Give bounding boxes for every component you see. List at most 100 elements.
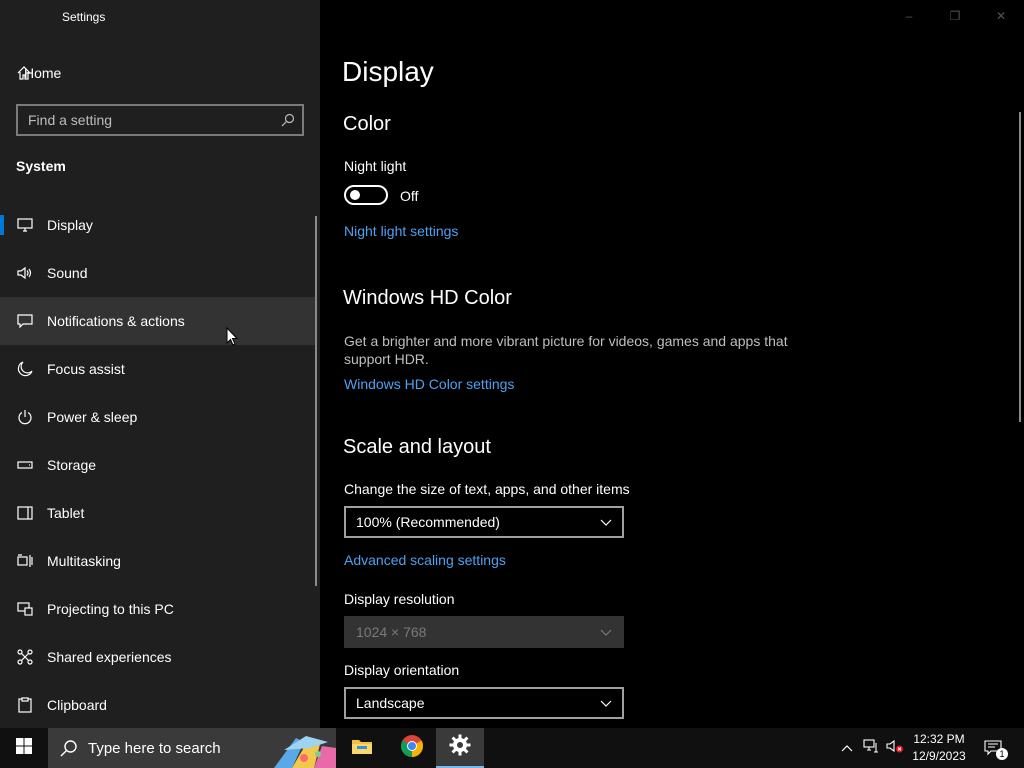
sidebar-item-label: Tablet bbox=[47, 505, 85, 521]
sidebar-item-label: Sound bbox=[47, 265, 88, 281]
file-explorer-icon bbox=[351, 737, 373, 760]
volume-muted-icon bbox=[886, 739, 904, 758]
maximize-button[interactable]: ❐ bbox=[932, 0, 978, 32]
window-title: Settings bbox=[62, 10, 106, 24]
notification-count-badge: 1 bbox=[996, 748, 1008, 760]
page-title: Display bbox=[342, 56, 434, 87]
orientation-dropdown[interactable]: Landscape bbox=[344, 687, 624, 719]
clock-time: 12:32 PM bbox=[913, 732, 965, 746]
taskbar-search-box[interactable]: Type here to search bbox=[48, 728, 336, 768]
chevron-up-icon bbox=[841, 739, 853, 757]
tray-overflow-button[interactable] bbox=[836, 728, 858, 768]
scale-size-dropdown[interactable]: 100% (Recommended) bbox=[344, 506, 624, 538]
sidebar-item-display[interactable]: Display bbox=[0, 201, 316, 249]
settings-window: Settings Home System Display Sound bbox=[0, 0, 1024, 728]
find-setting-input[interactable] bbox=[18, 106, 274, 134]
resolution-label: Display resolution bbox=[344, 591, 455, 607]
sidebar-item-notifications[interactable]: Notifications & actions bbox=[0, 297, 316, 345]
main-scrollbar[interactable] bbox=[1019, 112, 1021, 422]
sidebar-item-shared-experiences[interactable]: Shared experiences bbox=[0, 633, 316, 681]
windows-logo-icon bbox=[16, 737, 32, 759]
sidebar-item-label: Multitasking bbox=[47, 553, 121, 569]
color-heading: Color bbox=[343, 113, 391, 135]
sidebar-item-label: Power & sleep bbox=[47, 409, 138, 425]
orientation-value: Landscape bbox=[356, 695, 425, 711]
resolution-value: 1024 × 768 bbox=[356, 624, 427, 640]
clipboard-icon bbox=[16, 697, 34, 713]
storage-icon bbox=[16, 460, 34, 470]
taskbar-chrome[interactable] bbox=[388, 728, 436, 768]
sidebar-item-label: Focus assist bbox=[47, 361, 125, 377]
settings-icon bbox=[449, 734, 471, 761]
shared-icon bbox=[16, 649, 34, 665]
sidebar-item-label: Display bbox=[47, 217, 93, 233]
network-icon bbox=[863, 738, 879, 758]
notification-icon: 1 bbox=[984, 740, 1008, 760]
sidebar-item-clipboard[interactable]: Clipboard bbox=[0, 681, 316, 729]
sidebar-item-power-sleep[interactable]: Power & sleep bbox=[0, 393, 316, 441]
sidebar-item-label: Storage bbox=[47, 457, 97, 473]
chrome-icon bbox=[400, 734, 424, 763]
sidebar-item-multitasking[interactable]: Multitasking bbox=[0, 537, 316, 585]
taskbar-search-text: Type here to search bbox=[88, 739, 221, 757]
taskbar-clock[interactable]: 12:32 PM 12/9/2023 bbox=[908, 731, 970, 765]
find-setting-search[interactable] bbox=[16, 104, 304, 136]
start-button[interactable] bbox=[0, 728, 48, 768]
sidebar-item-label: Clipboard bbox=[47, 697, 107, 713]
message-icon bbox=[16, 314, 34, 328]
main-content: – ❐ ✕ Display Color Night light Off Nigh… bbox=[320, 0, 1024, 728]
sidebar-home[interactable]: Home bbox=[0, 58, 320, 88]
search-icon bbox=[60, 739, 78, 757]
moon-icon bbox=[16, 361, 34, 377]
mouse-cursor-icon bbox=[226, 326, 239, 351]
minimize-button[interactable]: – bbox=[886, 0, 932, 32]
chevron-down-icon bbox=[600, 624, 612, 640]
scale-size-value: 100% (Recommended) bbox=[356, 514, 500, 530]
sidebar: Settings Home System Display Sound bbox=[0, 0, 320, 728]
projecting-icon bbox=[16, 602, 34, 616]
sidebar-item-storage[interactable]: Storage bbox=[0, 441, 316, 489]
chevron-down-icon bbox=[600, 514, 612, 530]
hd-color-description: Get a brighter and more vibrant picture … bbox=[344, 333, 788, 367]
sidebar-item-label: Projecting to this PC bbox=[47, 601, 174, 617]
home-label: Home bbox=[24, 65, 62, 81]
sidebar-item-sound[interactable]: Sound bbox=[0, 249, 316, 297]
sidebar-item-tablet[interactable]: Tablet bbox=[0, 489, 316, 537]
clock-date: 12/9/2023 bbox=[912, 749, 966, 763]
night-light-state: Off bbox=[400, 188, 419, 204]
sidebar-scrollbar[interactable] bbox=[315, 216, 317, 586]
sidebar-item-label: Notifications & actions bbox=[47, 313, 185, 329]
hd-color-settings-link[interactable]: Windows HD Color settings bbox=[344, 376, 514, 392]
tablet-icon bbox=[16, 506, 34, 520]
sidebar-item-projecting[interactable]: Projecting to this PC bbox=[0, 585, 316, 633]
tray-volume-muted[interactable] bbox=[884, 728, 906, 768]
scale-layout-heading: Scale and layout bbox=[343, 436, 491, 458]
window-controls: – ❐ ✕ bbox=[886, 0, 1024, 32]
orientation-label: Display orientation bbox=[344, 662, 460, 678]
night-light-label: Night light bbox=[344, 158, 407, 174]
search-highlight-art-icon bbox=[274, 736, 336, 768]
sidebar-item-label: Shared experiences bbox=[47, 649, 172, 665]
resolution-dropdown[interactable]: 1024 × 768 bbox=[344, 616, 624, 648]
chevron-down-icon bbox=[600, 695, 612, 711]
multitasking-icon bbox=[16, 554, 34, 568]
power-icon bbox=[16, 409, 34, 425]
search-icon[interactable] bbox=[274, 113, 302, 127]
advanced-scaling-link[interactable]: Advanced scaling settings bbox=[344, 552, 506, 568]
sidebar-nav: Display Sound Notifications & actions Fo… bbox=[0, 201, 316, 729]
monitor-icon bbox=[16, 218, 34, 232]
sidebar-item-focus-assist[interactable]: Focus assist bbox=[0, 345, 316, 393]
night-light-settings-link[interactable]: Night light settings bbox=[344, 223, 458, 239]
section-system: System bbox=[16, 158, 66, 174]
scale-size-label: Change the size of text, apps, and other… bbox=[344, 481, 630, 497]
speaker-icon bbox=[16, 266, 34, 280]
tray-network[interactable] bbox=[860, 728, 882, 768]
taskbar: Type here to search 12:32 PM 12/9/2023 1 bbox=[0, 728, 1024, 768]
taskbar-settings[interactable] bbox=[436, 728, 484, 768]
hd-color-heading: Windows HD Color bbox=[343, 287, 512, 309]
night-light-toggle[interactable] bbox=[344, 185, 388, 205]
action-center-button[interactable]: 1 bbox=[980, 728, 1008, 768]
close-button[interactable]: ✕ bbox=[978, 0, 1024, 32]
toggle-knob bbox=[350, 190, 360, 200]
taskbar-file-explorer[interactable] bbox=[338, 728, 386, 768]
